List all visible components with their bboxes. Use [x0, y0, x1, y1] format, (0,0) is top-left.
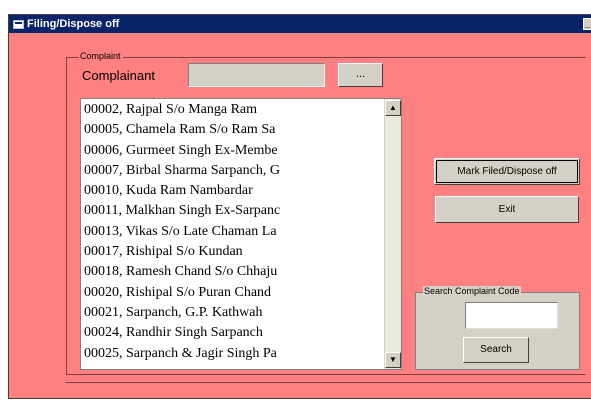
- list-item[interactable]: 00024, Randhir Singh Sarpanch: [84, 323, 382, 343]
- list-item[interactable]: 00025, Sarpanch & Jagir Singh Pa: [84, 344, 382, 364]
- list-item[interactable]: 00018, Ramesh Chand S/o Chhaju: [84, 262, 382, 282]
- browse-complainant-button[interactable]: ...: [338, 63, 383, 87]
- list-item[interactable]: 00017, Rishipal S/o Kundan: [84, 242, 382, 262]
- complaints-listbox[interactable]: 00002, Rajpal S/o Manga Ram 00005, Chame…: [80, 98, 402, 370]
- list-scrollbar[interactable]: ▲ ▼: [384, 99, 401, 369]
- list-item[interactable]: 00020, Rishipal S/o Puran Chand: [84, 283, 382, 303]
- scroll-down-arrow-icon[interactable]: ▼: [385, 352, 401, 368]
- list-item[interactable]: 00013, Vikas S/o Late Chaman La: [84, 222, 382, 242]
- desktop-margin: [0, 0, 8, 406]
- search-code-input[interactable]: [465, 302, 558, 329]
- window-title: Filing/Dispose off: [27, 18, 120, 30]
- scroll-up-arrow-icon[interactable]: ▲: [385, 100, 401, 116]
- list-item[interactable]: 00011, Malkhan Singh Ex-Sarpanc: [84, 201, 382, 221]
- search-button[interactable]: Search: [463, 337, 529, 363]
- list-item[interactable]: 00021, Sarpanch, G.P. Kathwah: [84, 303, 382, 323]
- mark-filed-dispose-button[interactable]: Mark Filed/Dispose off: [434, 158, 580, 185]
- bottom-divider: [66, 382, 591, 383]
- list-item[interactable]: 00006, Gurmeet Singh Ex-Membe: [84, 141, 382, 161]
- exit-button[interactable]: Exit: [435, 196, 579, 223]
- complaint-group-label: Complaint: [78, 51, 123, 61]
- list-item[interactable]: 00005, Chamela Ram S/o Ram Sa: [84, 120, 382, 140]
- complainant-label: Complainant: [82, 68, 155, 83]
- list-item[interactable]: 00002, Rajpal S/o Manga Ram: [84, 100, 382, 120]
- list-item[interactable]: 00007, Birbal Sharma Sarpanch, G: [84, 161, 382, 181]
- complaints-list-items: 00002, Rajpal S/o Manga Ram 00005, Chame…: [84, 100, 382, 364]
- window-icon: [13, 19, 24, 29]
- title-bar[interactable]: Filing/Dispose off _: [9, 15, 591, 33]
- list-item[interactable]: 00010, Kuda Ram Nambardar: [84, 181, 382, 201]
- minimize-button[interactable]: _: [583, 18, 591, 30]
- search-group-label: Search Complaint Code: [423, 286, 521, 296]
- complainant-field[interactable]: [188, 63, 325, 87]
